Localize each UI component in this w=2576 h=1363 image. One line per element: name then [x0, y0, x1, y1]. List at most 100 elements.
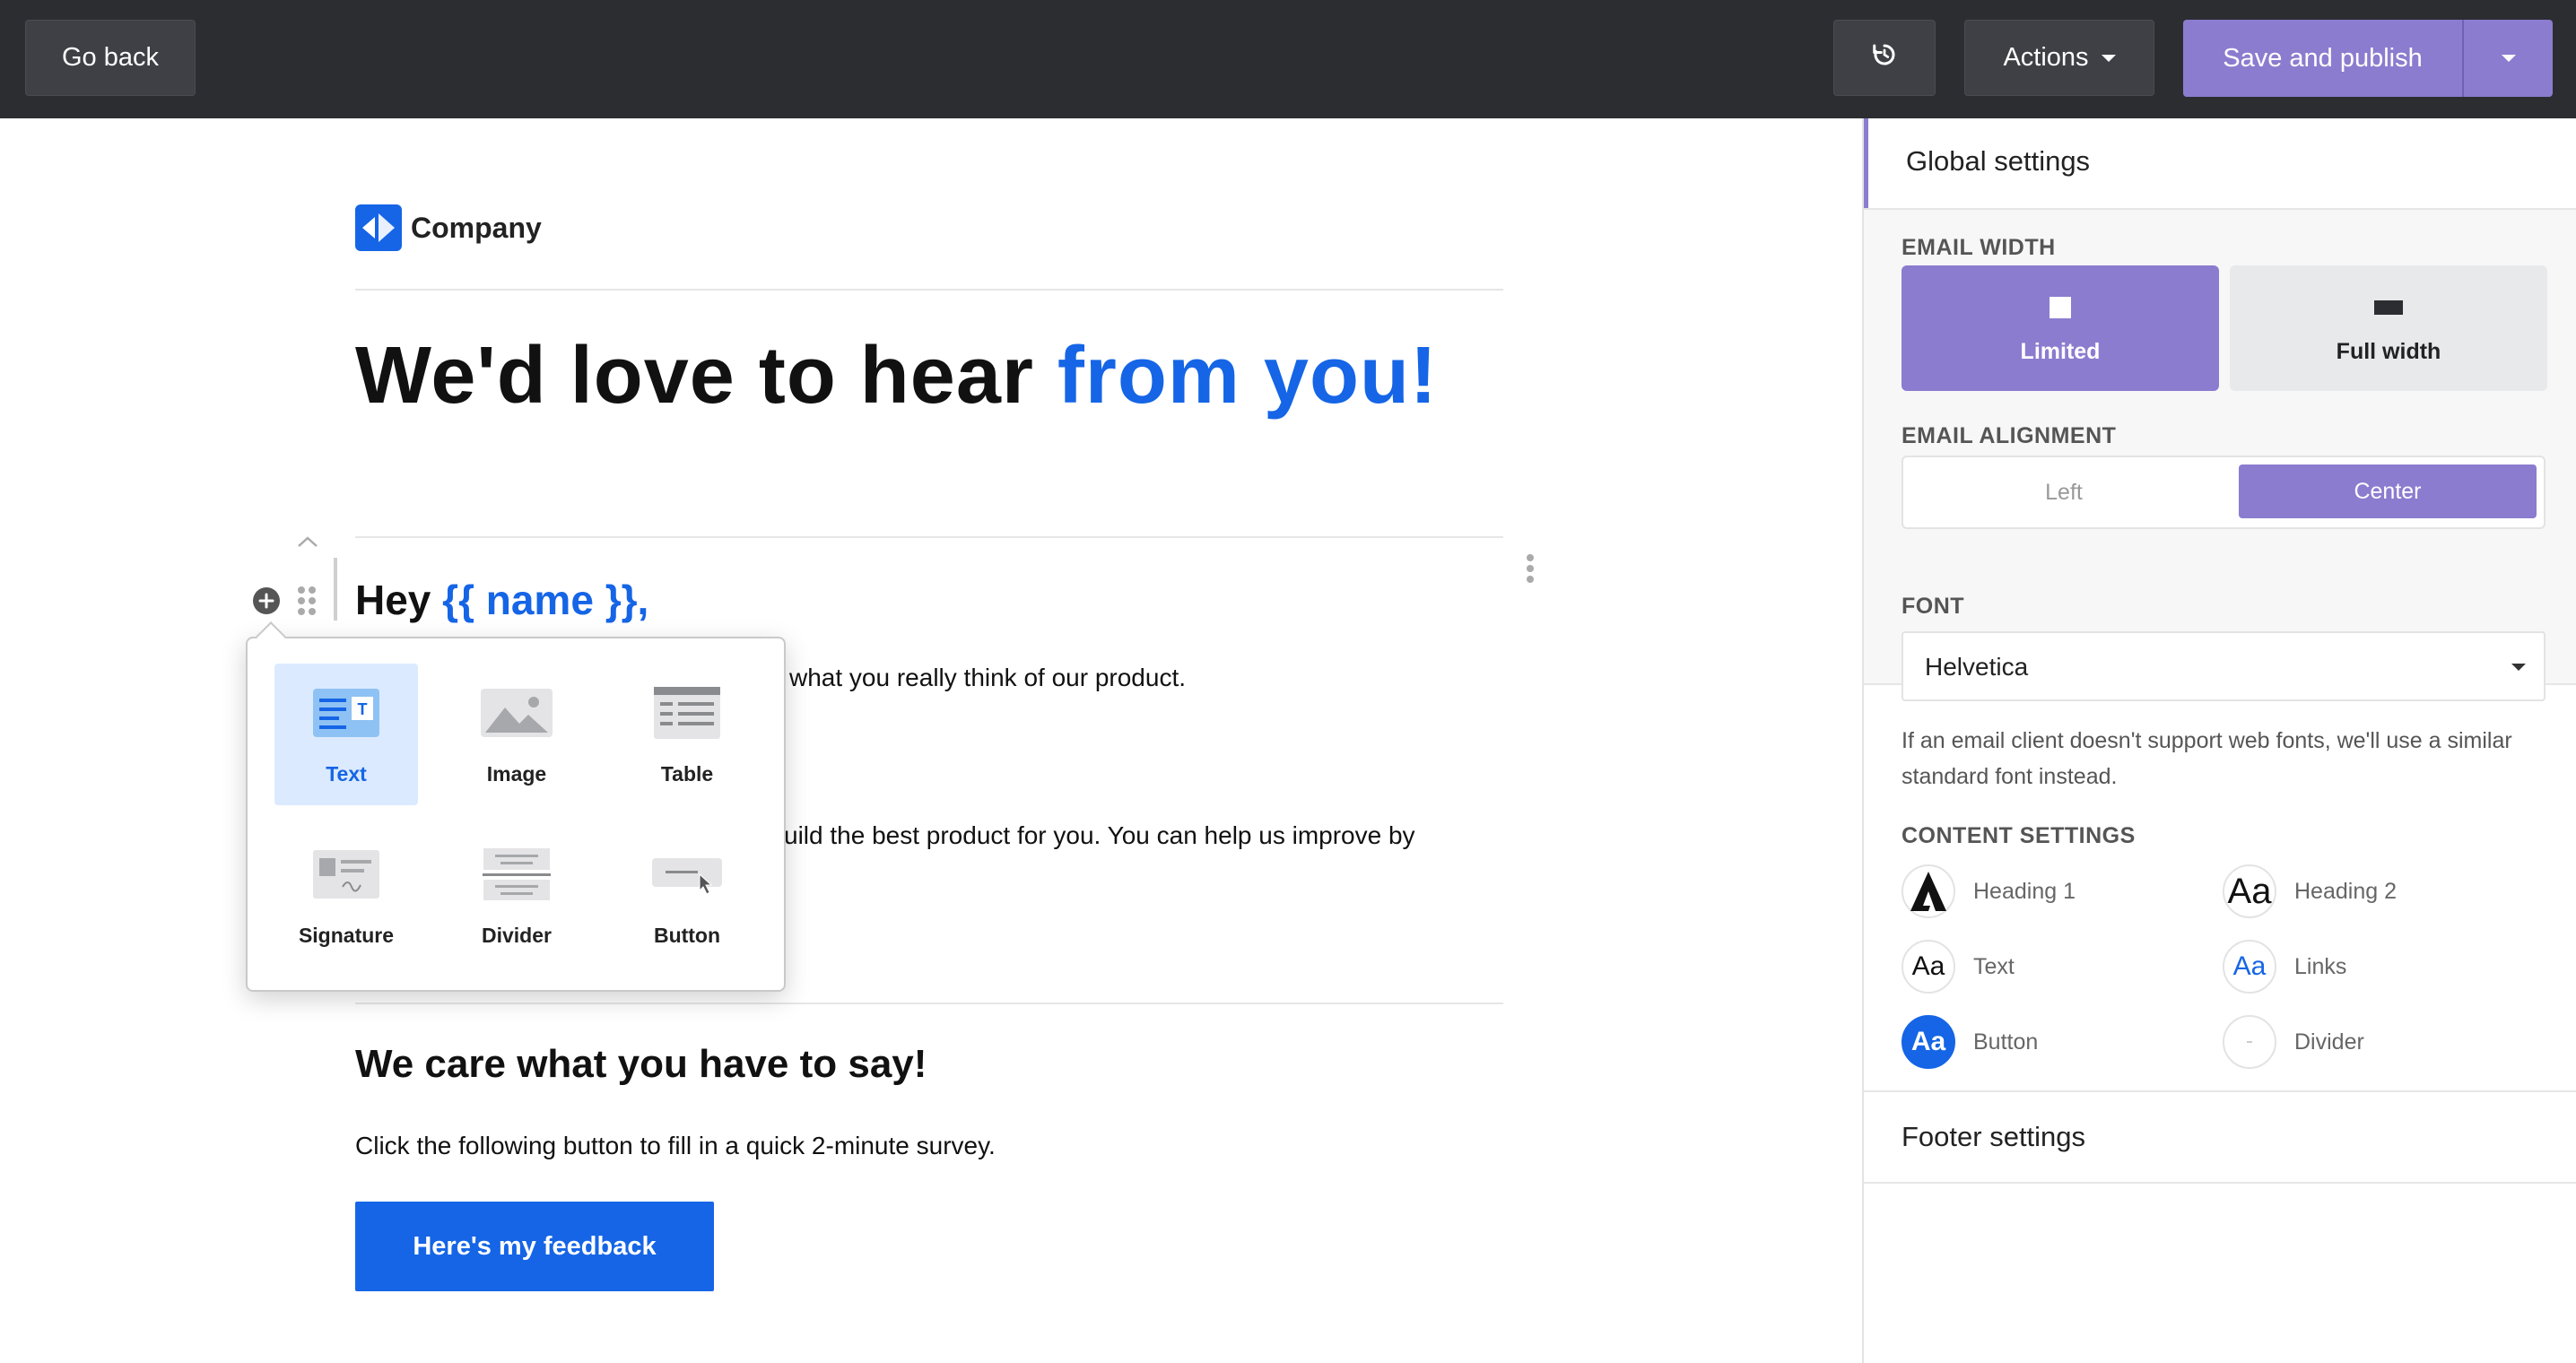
insert-option-label: Divider	[482, 924, 552, 947]
font-select[interactable]: Helvetica	[1902, 631, 2546, 701]
heading2-label: Heading 2	[2294, 878, 2397, 904]
chevron-down-icon	[2511, 664, 2526, 671]
email-alignment-label: EMAIL ALIGNMENT	[1902, 423, 2117, 448]
font-label: FONT	[1902, 594, 1965, 619]
more-vertical-icon	[1527, 554, 1534, 583]
section-heading[interactable]: We care what you have to say!	[355, 1042, 927, 1087]
width-limited-option[interactable]: Limited	[1902, 265, 2219, 391]
insert-text-option[interactable]: T Text	[274, 664, 418, 805]
body-paragraph-1[interactable]: what you really think of our product.	[789, 664, 1186, 692]
content-heading1[interactable]: Heading 1	[1902, 864, 2076, 918]
insert-image-option[interactable]: Image	[445, 664, 588, 805]
heading1-style-icon	[1902, 864, 1955, 918]
content-divider[interactable]: Divider	[2223, 1015, 2364, 1069]
feedback-button-label: Here's my feedback	[413, 1231, 657, 1261]
footer-settings-title: Footer settings	[1902, 1121, 2086, 1152]
company-logo[interactable]: Company	[355, 204, 542, 251]
text-style-icon: Aa	[1902, 940, 1955, 994]
feedback-button[interactable]: Here's my feedback	[355, 1202, 714, 1291]
chevron-down-icon	[2101, 54, 2116, 62]
svg-text:T: T	[358, 700, 368, 718]
image-block-icon	[480, 682, 553, 744]
content-text[interactable]: Aa Text	[1902, 940, 2015, 994]
insert-option-label: Text	[326, 762, 367, 786]
content-button[interactable]: Aa Button	[1902, 1015, 2038, 1069]
save-publish-label: Save and publish	[2223, 43, 2423, 73]
move-up-button[interactable]	[296, 534, 319, 553]
plus-circle-icon	[253, 587, 280, 614]
history-button[interactable]	[1833, 20, 1936, 96]
greeting-prefix: Hey	[355, 577, 443, 623]
width-full-option[interactable]: Full width	[2230, 265, 2547, 391]
save-options-button[interactable]	[2464, 20, 2553, 97]
insert-button-option[interactable]: Button	[615, 825, 759, 967]
links-style-icon: Aa	[2223, 940, 2276, 994]
block-more-options[interactable]	[1525, 552, 1536, 589]
headline-main: We'd love to hear	[355, 331, 1057, 421]
button-block-icon	[651, 843, 723, 906]
align-left-label: Left	[2045, 479, 2083, 505]
divider-line	[355, 289, 1503, 291]
links-label: Links	[2294, 953, 2347, 979]
button-style-icon: Aa	[1902, 1015, 1955, 1069]
width-limited-label: Limited	[2020, 339, 2101, 364]
divider-block-icon	[483, 843, 551, 906]
button-label: Button	[1973, 1029, 2039, 1055]
text-label: Text	[1973, 953, 2015, 979]
logo-text: Company	[411, 211, 542, 244]
align-center-label: Center	[2354, 478, 2422, 504]
body-paragraph-2[interactable]: uild the best product for you. You can h…	[784, 821, 1415, 850]
divider-line	[355, 536, 1503, 538]
insert-option-label: Signature	[298, 924, 395, 947]
align-center-option[interactable]: Center	[2239, 464, 2537, 518]
chevron-down-icon	[2501, 55, 2516, 62]
heading1-label: Heading 1	[1973, 878, 2076, 904]
active-indicator	[1864, 118, 1868, 208]
footer-settings-section[interactable]: Footer settings	[1864, 1090, 2576, 1184]
insert-divider-option[interactable]: Divider	[445, 825, 588, 967]
greeting-heading[interactable]: Hey {{ name }},	[355, 576, 648, 624]
global-settings-body: EMAIL WIDTH Limited Full width EMAIL ALI…	[1864, 210, 2576, 685]
content-heading2[interactable]: Aa Heading 2	[2223, 864, 2397, 918]
go-back-button[interactable]: Go back	[25, 20, 196, 96]
chevron-up-icon	[298, 536, 318, 547]
global-settings-title: Global settings	[1906, 145, 2091, 177]
email-width-label: EMAIL WIDTH	[1902, 235, 2056, 260]
square-icon	[2049, 294, 2071, 321]
align-left-option[interactable]: Left	[1903, 457, 2224, 527]
table-block-icon	[653, 682, 721, 744]
add-block-button[interactable]	[252, 586, 281, 620]
content-links[interactable]: Aa Links	[2223, 940, 2346, 994]
top-toolbar: Go back Actions Save and publish	[0, 0, 2576, 118]
go-back-label: Go back	[62, 43, 159, 72]
drag-handle[interactable]	[297, 586, 317, 621]
insert-signature-option[interactable]: Signature	[274, 825, 418, 967]
section-text[interactable]: Click the following button to fill in a …	[355, 1132, 996, 1160]
insert-option-label: Table	[660, 762, 714, 786]
insert-table-option[interactable]: Table	[615, 664, 759, 805]
divider-line	[355, 1003, 1503, 1004]
actions-label: Actions	[2003, 43, 2089, 72]
insert-block-menu: T Text Image Table Signature Divider But…	[246, 621, 786, 992]
wide-rect-icon	[2374, 294, 2403, 321]
history-icon	[1871, 41, 1898, 75]
save-publish-group: Save and publish	[2183, 20, 2553, 97]
global-settings-header[interactable]: Global settings	[1864, 118, 2576, 210]
divider-style-icon	[2223, 1015, 2276, 1069]
signature-block-icon	[312, 843, 380, 906]
save-publish-button[interactable]: Save and publish	[2183, 20, 2462, 97]
heading2-style-icon: Aa	[2223, 864, 2276, 918]
text-block-icon: T	[312, 682, 380, 744]
company-logo-icon	[355, 204, 402, 251]
greeting-variable: {{ name }},	[442, 577, 649, 623]
settings-panel: Global settings EMAIL WIDTH Limited Full…	[1862, 118, 2576, 1363]
actions-dropdown[interactable]: Actions	[1964, 20, 2154, 96]
email-headline[interactable]: We'd love to hear from you!	[355, 330, 1438, 422]
alignment-toggle: Left Center	[1902, 456, 2546, 529]
drag-handle-icon	[298, 586, 316, 615]
block-selection-indicator	[334, 558, 337, 621]
insert-option-label: Image	[486, 762, 547, 786]
font-select-value: Helvetica	[1925, 653, 2029, 681]
width-full-label: Full width	[2336, 339, 2441, 364]
divider-label: Divider	[2294, 1029, 2364, 1055]
